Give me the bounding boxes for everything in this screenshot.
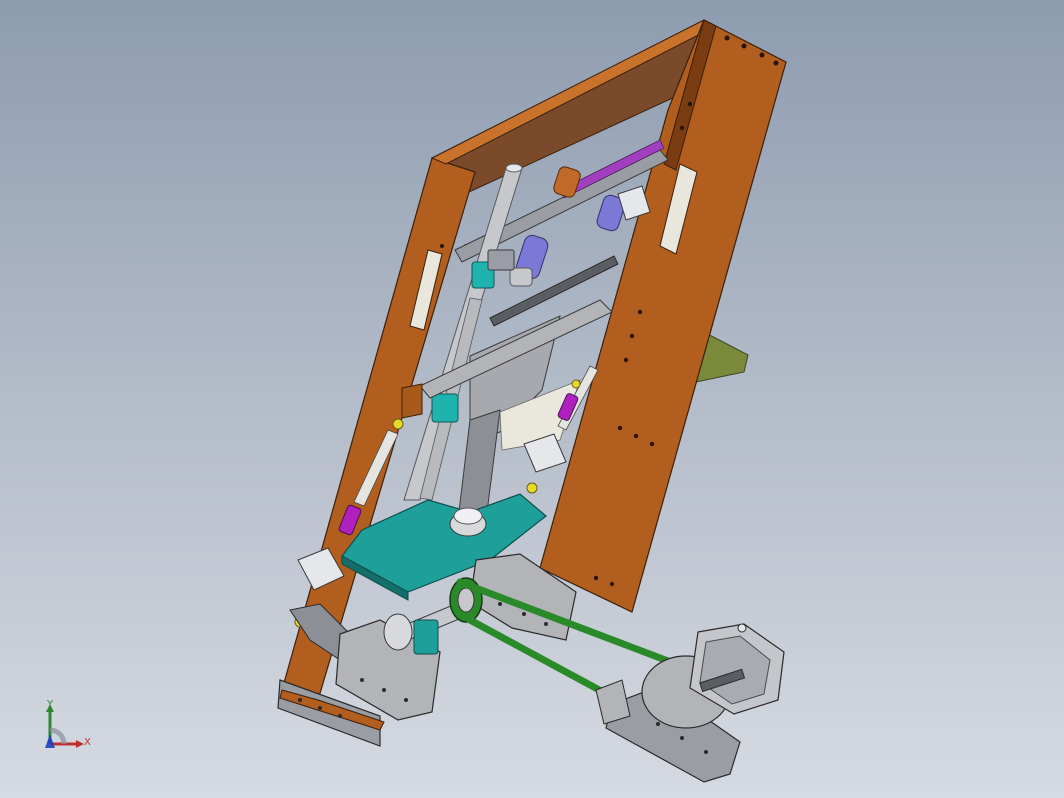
z-axis-cone — [45, 734, 55, 748]
cad-graphics-viewport[interactable]: Y X — [0, 0, 1064, 798]
x-axis-arrow — [76, 740, 84, 748]
coordinate-triad: Y X — [36, 696, 106, 766]
y-axis-label: Y — [47, 699, 54, 710]
motor-mount-plate — [595, 679, 631, 725]
brown-clamp — [401, 383, 423, 419]
mechanism-3d-model[interactable] — [0, 0, 1064, 798]
center-cup-top — [453, 507, 483, 525]
x-axis-label: X — [84, 737, 91, 748]
